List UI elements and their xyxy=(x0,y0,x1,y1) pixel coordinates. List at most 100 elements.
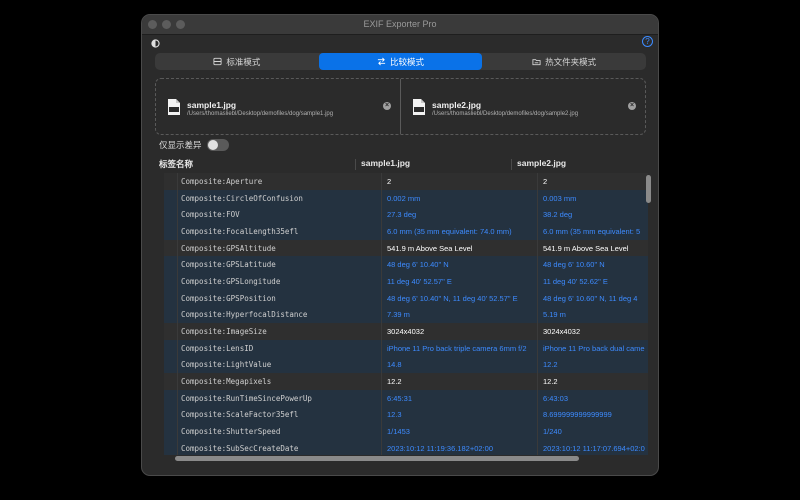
mode-tabs: 标准模式 比较模式 热文件夹模式 xyxy=(155,53,646,70)
cell-divider xyxy=(177,339,178,357)
tag-cell: Composite:CircleOfConfusion xyxy=(181,193,303,203)
file1-value-cell: 541.9 m Above Sea Level xyxy=(387,243,473,253)
cell-divider xyxy=(177,306,178,324)
cell-divider xyxy=(381,440,382,455)
file-name: sample1.jpg xyxy=(187,100,237,110)
cell-divider xyxy=(381,239,382,257)
tag-cell: Composite:FOV xyxy=(181,210,240,220)
file-path: /Users/thomasliebl/Desktop/demofiles/dog… xyxy=(432,111,579,117)
tab-label: 比较模式 xyxy=(390,56,425,67)
table-row[interactable]: Composite:FOV 27.3 deg 38.2 deg xyxy=(164,206,648,224)
hot-folder-icon xyxy=(532,59,541,66)
cell-divider xyxy=(177,423,178,440)
table-row[interactable]: Composite:ImageSize 3024x4032 3024x4032 xyxy=(164,323,648,340)
table-row[interactable]: Composite:RunTimeSincePowerUp 6:45:31 6:43… xyxy=(164,389,648,407)
tab-compare-mode[interactable]: 比较模式 xyxy=(318,53,483,70)
app-window: EXIF Exporter Pro ? 标准模式 比较模式 热文件夹模式 sam… xyxy=(141,14,659,476)
tab-label: 热文件夹模式 xyxy=(545,56,597,67)
header-file1[interactable]: sample1.jpg xyxy=(361,158,410,168)
column-divider[interactable] xyxy=(355,159,356,170)
file1-value-cell: 3024x4032 xyxy=(387,327,425,337)
cell-divider xyxy=(177,356,178,374)
cell-divider xyxy=(537,173,538,190)
exif-table[interactable]: Composite:Aperture 2 2 Composite:CircleOfCo… xyxy=(164,173,648,455)
table-row[interactable]: Composite:FocalLength35efl 6.0 mm (35 mm … xyxy=(164,223,648,240)
close-icon[interactable]: × xyxy=(628,102,636,110)
standard-mode-icon xyxy=(213,57,222,66)
cell-divider xyxy=(381,373,382,390)
table-row[interactable]: Composite:GPSLongitude 11 deg 40' 52.57" … xyxy=(164,273,648,290)
tag-cell: Composite:SubSecCreateDate xyxy=(181,443,299,453)
table-row[interactable]: Composite:Megapixels 12.2 12.2 xyxy=(164,373,648,390)
cell-divider xyxy=(177,323,178,340)
file2-value-cell: 3024x4032 xyxy=(543,327,581,337)
vertical-scrollbar[interactable] xyxy=(646,175,651,203)
file-slot-2[interactable]: sample2.jpg /Users/thomasliebl/Desktop/d… xyxy=(400,79,645,134)
tag-cell: Composite:HyperfocalDistance xyxy=(181,310,308,320)
file2-value-cell: 541.9 m Above Sea Level xyxy=(543,243,629,253)
diff-only-toggle[interactable] xyxy=(206,139,229,151)
table-row[interactable]: Composite:CircleOfConfusion 0.002 mm 0.003… xyxy=(164,189,648,207)
table-row[interactable]: Composite:GPSLatitude 48 deg 6' 10.40" N 4… xyxy=(164,256,648,274)
header-tag-name[interactable]: 标签名称 xyxy=(159,158,193,170)
tag-cell: Composite:Aperture xyxy=(181,176,263,186)
file1-value-cell: 2023:10:12 11:19:36.182+02:00 xyxy=(387,443,494,453)
table-row[interactable]: Composite:ScaleFactor35efl 12.3 8.69999999… xyxy=(164,406,648,424)
cell-divider xyxy=(177,389,178,407)
column-divider[interactable] xyxy=(511,159,512,170)
table-row[interactable]: Composite:GPSPosition 48 deg 6' 10.40" N,… xyxy=(164,289,648,307)
file-name: sample2.jpg xyxy=(432,100,482,110)
cell-divider xyxy=(537,389,538,407)
cell-divider xyxy=(381,389,382,407)
tag-cell: Composite:GPSPosition xyxy=(181,293,276,303)
close-icon[interactable]: × xyxy=(383,102,391,110)
file2-value-cell: 12.2 xyxy=(543,360,558,370)
cell-divider xyxy=(537,289,538,307)
cell-divider xyxy=(537,423,538,440)
question-mark-icon[interactable]: ? xyxy=(642,36,653,47)
cell-divider xyxy=(381,206,382,224)
file-drop-area[interactable]: sample1.jpg /Users/thomasliebl/Desktop/d… xyxy=(155,78,646,135)
table-row[interactable]: Composite:Aperture 2 2 xyxy=(164,173,648,190)
file2-value-cell: 2023:10:12 11:17:07.694+02:0 xyxy=(543,443,645,453)
cell-divider xyxy=(177,239,178,257)
file2-value-cell: 48 deg 6' 10.60" N xyxy=(543,260,605,270)
tag-cell: Composite:GPSLatitude xyxy=(181,260,276,270)
horizontal-scrollbar[interactable] xyxy=(175,456,579,461)
diff-only-option: 仅显示差异 xyxy=(159,139,229,151)
header-file2[interactable]: sample2.jpg xyxy=(517,158,566,168)
tag-cell: Composite:ScaleFactor35efl xyxy=(181,410,299,420)
diff-only-label: 仅显示差异 xyxy=(159,140,202,150)
file1-value-cell: 7.39 m xyxy=(387,310,410,320)
table-row[interactable]: Composite:LensID iPhone 11 Pro back tripl… xyxy=(164,339,648,357)
cell-divider xyxy=(537,323,538,340)
cell-divider xyxy=(381,289,382,307)
table-row[interactable]: Composite:HyperfocalDistance 7.39 m 5.19 m xyxy=(164,306,648,324)
file1-value-cell: 1/1453 xyxy=(387,427,410,437)
table-row[interactable]: Composite:LightValue 14.8 12.2 xyxy=(164,356,648,374)
cell-divider xyxy=(177,440,178,455)
file2-value-cell: 2 xyxy=(543,176,548,186)
cell-divider xyxy=(177,223,178,240)
cell-divider xyxy=(537,206,538,224)
file-slot-1[interactable]: sample1.jpg /Users/thomasliebl/Desktop/d… xyxy=(156,79,400,134)
tag-cell: Composite:GPSLongitude xyxy=(181,276,281,286)
file-path: /Users/thomasliebl/Desktop/demofiles/dog… xyxy=(187,111,334,117)
file2-value-cell: 5.19 m xyxy=(543,310,566,320)
table-row[interactable]: Composite:GPSAltitude 541.9 m Above Sea L… xyxy=(164,239,648,257)
file1-value-cell: 0.002 mm xyxy=(387,193,421,203)
cell-divider xyxy=(381,189,382,207)
half-circle-icon[interactable] xyxy=(151,39,160,48)
cell-divider xyxy=(537,306,538,324)
file1-value-cell: 14.8 xyxy=(387,360,402,370)
cell-divider xyxy=(381,423,382,440)
cell-divider xyxy=(537,256,538,274)
cell-divider xyxy=(537,406,538,424)
jpg-file-icon xyxy=(168,99,180,115)
cell-divider xyxy=(177,273,178,290)
tab-hot-folder-mode[interactable]: 热文件夹模式 xyxy=(482,53,646,70)
table-row[interactable]: Composite:ShutterSpeed 1/1453 1/240 xyxy=(164,423,648,440)
table-row[interactable]: Composite:SubSecCreateDate 2023:10:12 11:… xyxy=(164,440,648,455)
cell-divider xyxy=(537,356,538,374)
tab-standard-mode[interactable]: 标准模式 xyxy=(155,53,319,70)
